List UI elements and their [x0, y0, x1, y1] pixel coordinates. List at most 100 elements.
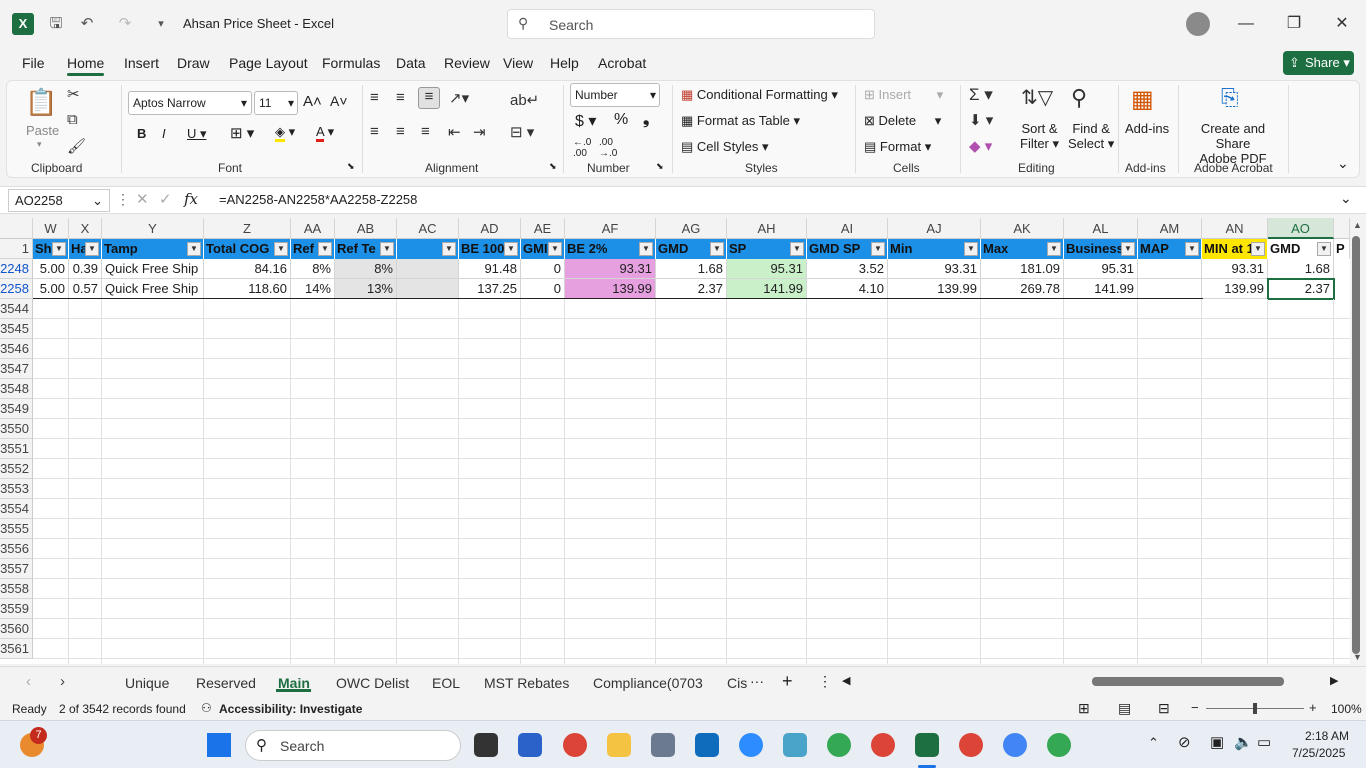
- merge-center-icon[interactable]: ⊟ ▾: [510, 123, 534, 141]
- sheet-tab-reserved[interactable]: Reserved: [196, 675, 256, 691]
- fill-color-icon[interactable]: ◈ ▾: [275, 124, 295, 142]
- row-header-2248[interactable]: 2248: [0, 259, 33, 279]
- filter-dropdown-icon[interactable]: ▼: [85, 242, 99, 256]
- cell-y2248[interactable]: Quick Free Ship: [102, 259, 204, 279]
- decrease-font-icon[interactable]: A˅: [330, 93, 348, 109]
- insert-cells-button[interactable]: ⊞ Insert ▾: [864, 87, 943, 103]
- sheet-options-icon[interactable]: ⋮: [818, 673, 832, 690]
- minimize-icon[interactable]: —: [1231, 10, 1261, 38]
- sheet-tab-compliance[interactable]: Compliance(0703: [593, 675, 703, 691]
- comma-style-icon[interactable]: ❟: [643, 111, 649, 129]
- restore-icon[interactable]: ❐: [1279, 10, 1309, 38]
- row-header[interactable]: 3561: [0, 639, 33, 659]
- next-sheet-icon[interactable]: ›: [60, 673, 65, 690]
- zoom-out-icon[interactable]: −: [1191, 700, 1199, 715]
- cell-ad2248[interactable]: 91.48: [459, 259, 521, 279]
- chrome-profile-icon[interactable]: [1003, 733, 1027, 757]
- paste-button[interactable]: Paste: [26, 123, 59, 138]
- cell-ab2258[interactable]: 13%: [335, 279, 397, 299]
- row-header-2258[interactable]: 2258: [0, 279, 33, 299]
- column-header-an[interactable]: AN: [1202, 218, 1268, 239]
- page-layout-view-icon[interactable]: ▤: [1118, 700, 1131, 717]
- font-launcher-icon[interactable]: ⬊: [347, 161, 355, 172]
- worksheet-grid[interactable]: W X Y Z AA AB AC AD AE AF AG AH AI AJ AK…: [0, 218, 1350, 664]
- cell-ak2258[interactable]: 269.78: [981, 279, 1064, 299]
- cell-am2248[interactable]: [1138, 259, 1202, 279]
- cell-y2258[interactable]: Quick Free Ship: [102, 279, 204, 299]
- number-format-select[interactable]: Number ▾: [570, 83, 660, 107]
- filter-dropdown-icon[interactable]: ▼: [871, 242, 885, 256]
- column-header-ak[interactable]: AK: [981, 218, 1064, 239]
- chrome-profile-icon[interactable]: [827, 733, 851, 757]
- sort-filter-icon[interactable]: ⇅▽: [1021, 85, 1053, 110]
- align-bottom-icon[interactable]: ≡: [418, 87, 440, 109]
- cell-ah2258[interactable]: 141.99: [727, 279, 807, 299]
- sort-filter-button[interactable]: Sort & Filter ▾: [1020, 121, 1059, 152]
- column-header-ae[interactable]: AE: [521, 218, 565, 239]
- align-right-icon[interactable]: ≡: [421, 123, 430, 140]
- excel-taskbar-icon[interactable]: [915, 733, 939, 757]
- tab-data[interactable]: Data: [396, 55, 426, 71]
- insert-function-icon[interactable]: fx: [184, 190, 198, 208]
- filter-dropdown-icon[interactable]: ▼: [380, 242, 394, 256]
- filter-dropdown-icon[interactable]: ▼: [318, 242, 332, 256]
- show-hidden-icons-icon[interactable]: ⌃: [1148, 735, 1159, 751]
- tab-view[interactable]: View: [503, 55, 533, 71]
- find-select-button[interactable]: Find & Select ▾: [1068, 121, 1114, 152]
- italic-icon[interactable]: I: [162, 126, 166, 141]
- file-explorer-icon[interactable]: [607, 733, 631, 757]
- normal-view-icon[interactable]: ⊞: [1078, 700, 1090, 717]
- tab-draw[interactable]: Draw: [177, 55, 210, 71]
- cell-am2258[interactable]: [1138, 279, 1202, 299]
- tab-acrobat[interactable]: Acrobat: [598, 55, 646, 71]
- cell-x2258[interactable]: 0.57: [69, 279, 102, 299]
- display-icon[interactable]: ▣: [1210, 733, 1224, 751]
- font-size-select[interactable]: 11 ▾: [254, 91, 298, 115]
- zoom-slider-thumb[interactable]: [1253, 703, 1257, 714]
- paste-dropdown-icon[interactable]: ▾: [37, 139, 42, 150]
- cell-ac2258[interactable]: [397, 279, 459, 299]
- sheet-tab-cis[interactable]: Cis: [727, 675, 747, 691]
- tab-home[interactable]: Home: [67, 55, 104, 71]
- font-name-select[interactable]: Aptos Narrow ▾: [128, 91, 252, 115]
- collapse-ribbon-icon[interactable]: ⌄: [1337, 155, 1349, 172]
- decrease-indent-icon[interactable]: ⇤: [448, 123, 461, 141]
- filter-dropdown-icon[interactable]: ▼: [964, 242, 978, 256]
- column-header-ad[interactable]: AD: [459, 218, 521, 239]
- create-share-pdf-button[interactable]: Create and Share Adobe PDF: [1188, 121, 1278, 166]
- align-top-icon[interactable]: ≡: [370, 89, 379, 106]
- network-icon[interactable]: ⊘: [1178, 733, 1191, 751]
- fill-icon[interactable]: ⬇ ▾: [969, 111, 993, 129]
- cell-aa2248[interactable]: 8%: [291, 259, 335, 279]
- font-color-icon[interactable]: A ▾: [316, 124, 334, 142]
- cell-ak2248[interactable]: 181.09: [981, 259, 1064, 279]
- filter-dropdown-icon[interactable]: ▼: [442, 242, 456, 256]
- column-header-ai[interactable]: AI: [807, 218, 888, 239]
- cell-w2248[interactable]: 5.00: [33, 259, 69, 279]
- app-icon[interactable]: [783, 733, 807, 757]
- scroll-right-icon[interactable]: ▶: [1330, 674, 1338, 687]
- format-as-table-button[interactable]: ▦ Format as Table ▾: [681, 113, 800, 129]
- row-header[interactable]: 3552: [0, 459, 33, 479]
- cell-ah2248[interactable]: 95.31: [727, 259, 807, 279]
- row-header[interactable]: 3554: [0, 499, 33, 519]
- expand-formula-icon[interactable]: ⌄: [1340, 190, 1352, 207]
- save-icon[interactable]: 🖫: [45, 13, 67, 35]
- row-header[interactable]: 3547: [0, 359, 33, 379]
- horizontal-scroll-thumb[interactable]: [1092, 677, 1284, 686]
- tab-review[interactable]: Review: [444, 55, 490, 71]
- cell-al2248[interactable]: 95.31: [1064, 259, 1138, 279]
- scroll-up-icon[interactable]: ▲: [1353, 220, 1362, 230]
- column-header-ag[interactable]: AG: [656, 218, 727, 239]
- filter-dropdown-icon[interactable]: ▼: [504, 242, 518, 256]
- filter-dropdown-icon[interactable]: ▼: [1251, 242, 1265, 256]
- tab-insert[interactable]: Insert: [124, 55, 159, 71]
- row-header[interactable]: 3560: [0, 619, 33, 639]
- cell-ai2258[interactable]: 4.10: [807, 279, 888, 299]
- align-middle-icon[interactable]: ≡: [396, 89, 405, 106]
- cell-aj2258[interactable]: 139.99: [888, 279, 981, 299]
- cell-ag2258[interactable]: 2.37: [656, 279, 727, 299]
- cell-an2248[interactable]: 93.31: [1202, 259, 1268, 279]
- alignment-launcher-icon[interactable]: ⬊: [549, 161, 557, 172]
- filter-dropdown-icon[interactable]: ▼: [1317, 242, 1331, 256]
